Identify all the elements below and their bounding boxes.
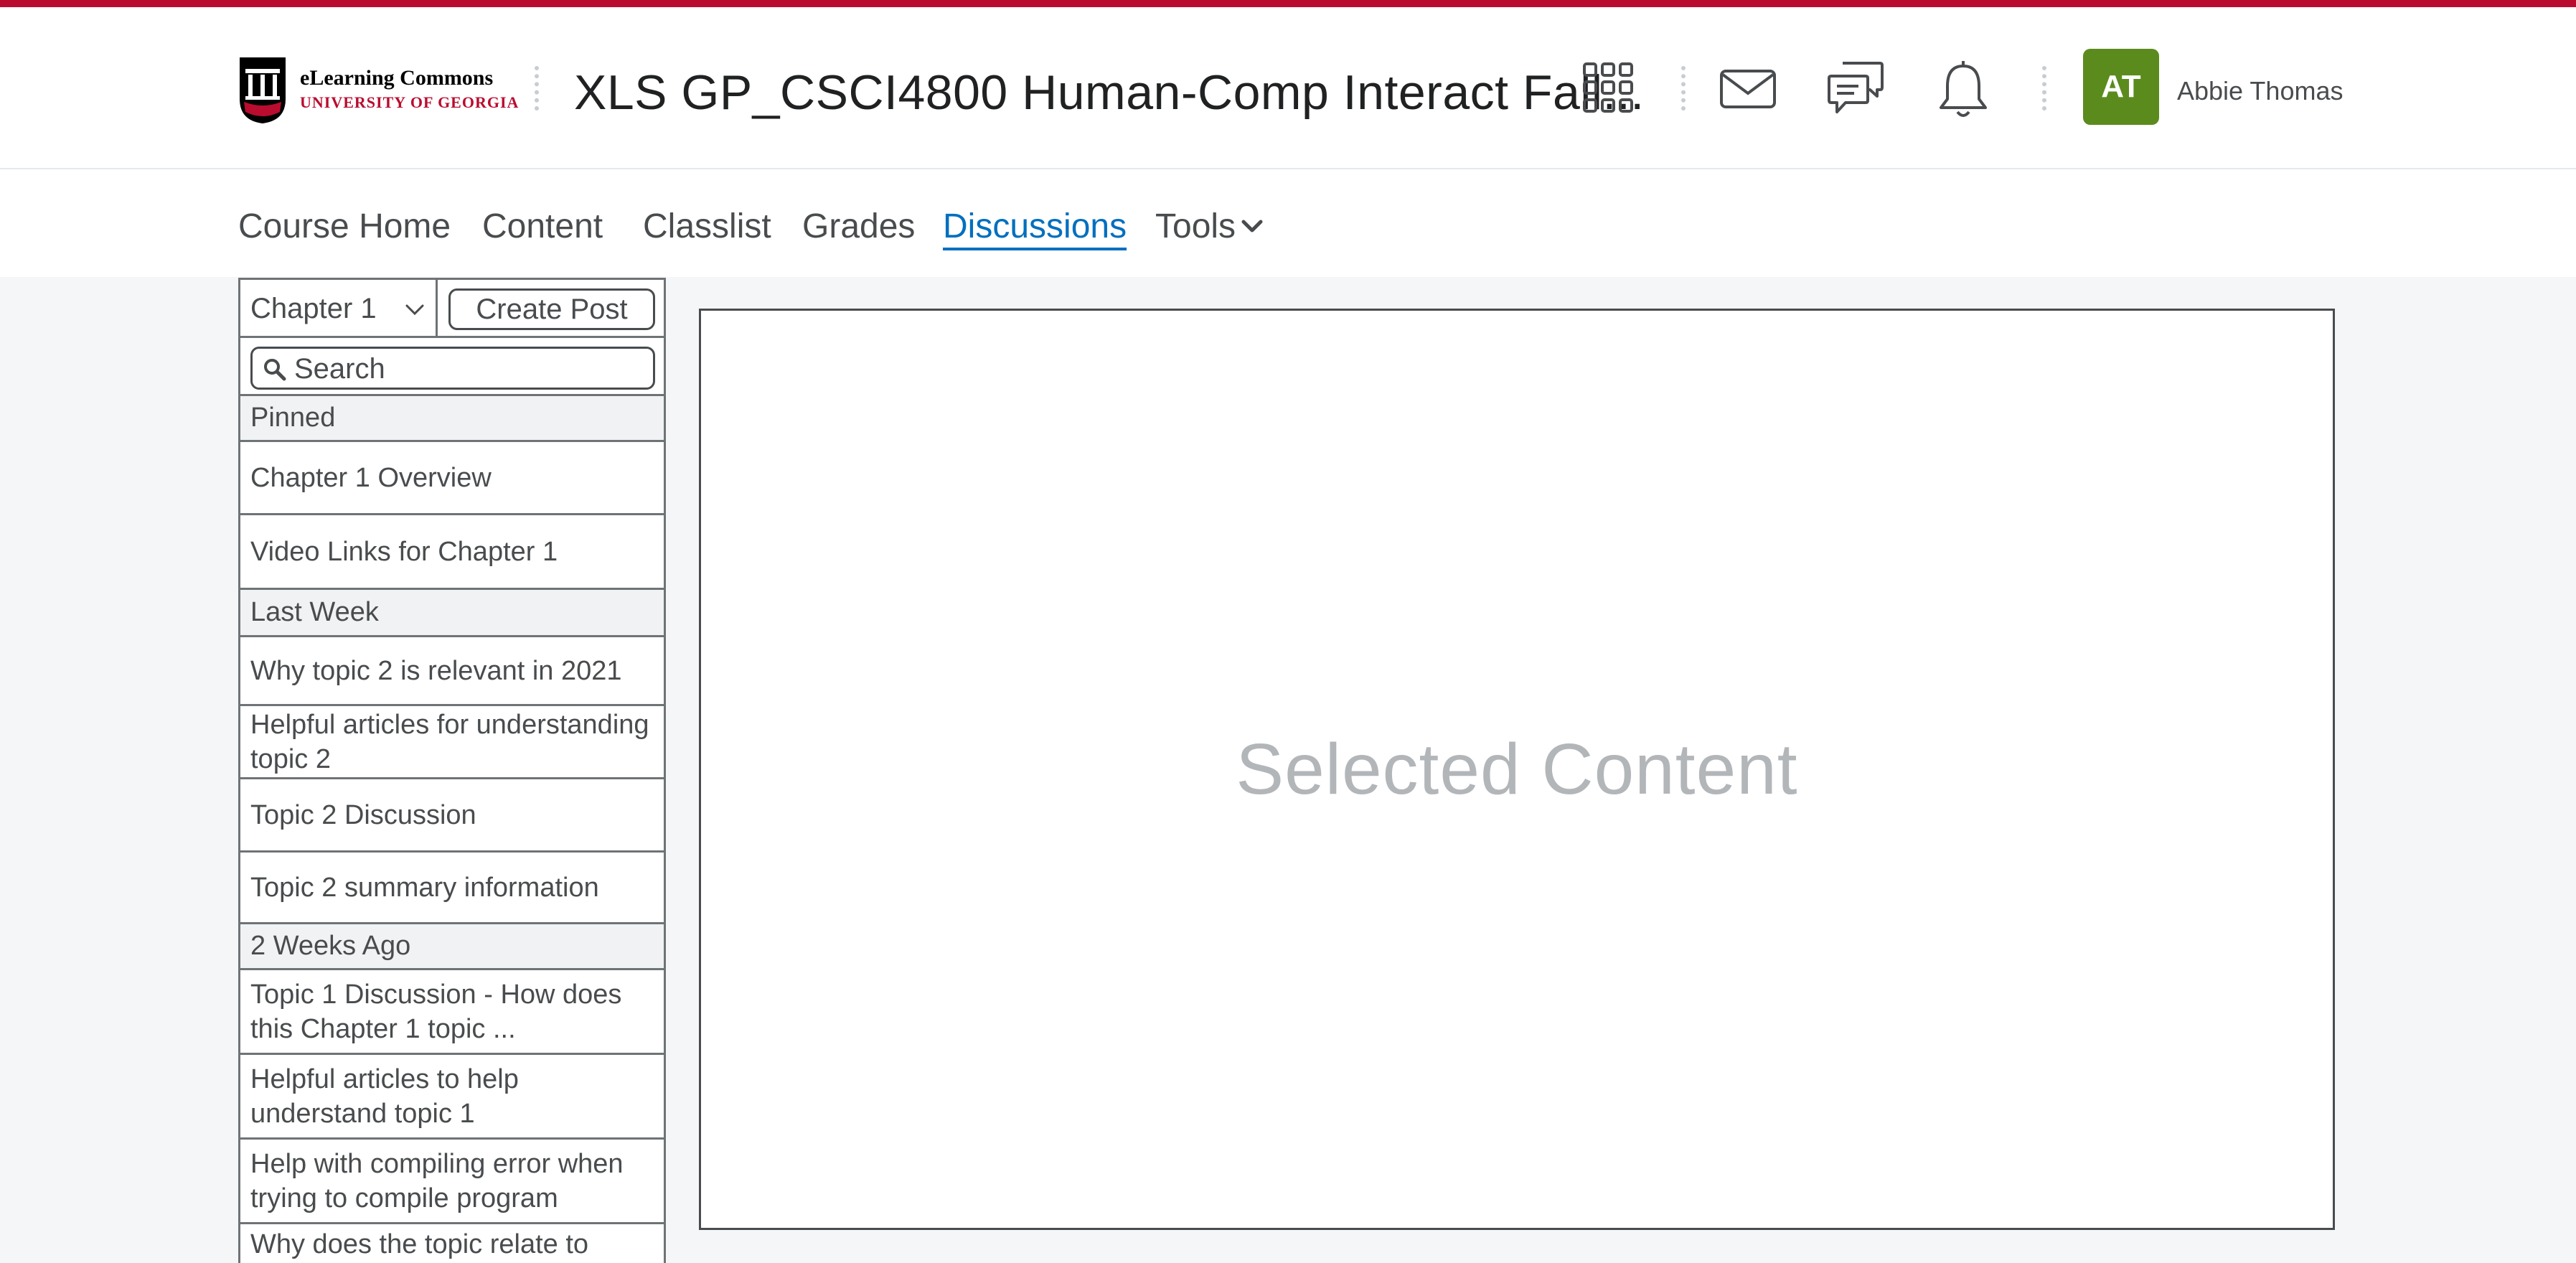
group-header-2-weeks-ago: 2 Weeks Ago xyxy=(240,924,664,970)
search-box[interactable] xyxy=(250,347,655,390)
group-header-last-week: Last Week xyxy=(240,590,664,637)
nav-tools[interactable]: Tools xyxy=(1155,207,1236,246)
nav-course-home[interactable]: Course Home xyxy=(238,207,451,246)
apps-grid-icon[interactable] xyxy=(1582,62,1634,113)
logo-title: eLearning Commons xyxy=(300,66,494,90)
list-item[interactable]: Video Links for Chapter 1 xyxy=(240,515,664,590)
separator xyxy=(535,66,539,111)
discussion-sidebar: Chapter 1 Create Post Pinned Chapter 1 O… xyxy=(238,278,666,1263)
selected-content-panel: Selected Content xyxy=(699,309,2335,1230)
list-item[interactable]: Topic 2 summary information xyxy=(240,853,664,924)
sidebar-toolbar: Chapter 1 Create Post xyxy=(240,280,664,338)
list-item[interactable]: Topic 1 Discussion - How does this Chapt… xyxy=(240,970,664,1055)
user-name[interactable]: Abbie Thomas xyxy=(2177,76,2343,106)
bell-icon[interactable] xyxy=(1937,59,1989,121)
course-title[interactable]: XLS GP_CSCI4800 Human-Comp Interact Fall… xyxy=(574,65,1645,121)
list-item[interactable]: Chapter 1 Overview xyxy=(240,442,664,515)
list-item[interactable]: Helpful articles for understanding topic… xyxy=(240,706,664,779)
search-input[interactable] xyxy=(294,353,639,385)
nav-discussions[interactable]: Discussions xyxy=(943,207,1127,246)
chevron-down-icon xyxy=(405,304,424,316)
content-placeholder: Selected Content xyxy=(1236,728,1798,809)
avatar[interactable]: AT xyxy=(2083,49,2159,125)
logo-subtitle: UNIVERSITY OF GEORGIA xyxy=(300,93,520,111)
mail-icon[interactable] xyxy=(1719,69,1777,109)
list-item[interactable]: Why topic 2 is relevant in 2021 xyxy=(240,637,664,706)
top-accent-bar xyxy=(0,0,2576,7)
search-icon xyxy=(264,359,286,381)
uga-arch-icon xyxy=(240,57,286,123)
group-header-pinned: Pinned xyxy=(240,396,664,442)
course-nav: Course Home Content Classlist Grades Dis… xyxy=(0,169,2576,277)
separator xyxy=(2042,66,2046,111)
nav-classlist[interactable]: Classlist xyxy=(643,207,771,246)
chevron-down-icon[interactable] xyxy=(1240,214,1264,238)
chapter-select[interactable]: Chapter 1 xyxy=(240,280,438,336)
separator xyxy=(1681,66,1686,111)
nav-grades[interactable]: Grades xyxy=(802,207,915,246)
list-item[interactable]: Topic 2 Discussion xyxy=(240,779,664,853)
create-post-button[interactable]: Create Post xyxy=(448,288,655,330)
list-item[interactable]: Helpful articles to help understand topi… xyxy=(240,1055,664,1140)
search-row xyxy=(240,338,664,396)
chat-icon[interactable] xyxy=(1827,60,1884,118)
list-item[interactable]: Why does the topic relate to xyxy=(240,1224,664,1263)
chapter-select-value: Chapter 1 xyxy=(250,293,377,324)
uga-logo[interactable]: eLearning Commons UNIVERSITY OF GEORGIA xyxy=(237,52,518,131)
header: eLearning Commons UNIVERSITY OF GEORGIA … xyxy=(0,7,2576,169)
list-item[interactable]: Help with compiling error when trying to… xyxy=(240,1140,664,1224)
nav-content[interactable]: Content xyxy=(482,207,603,246)
